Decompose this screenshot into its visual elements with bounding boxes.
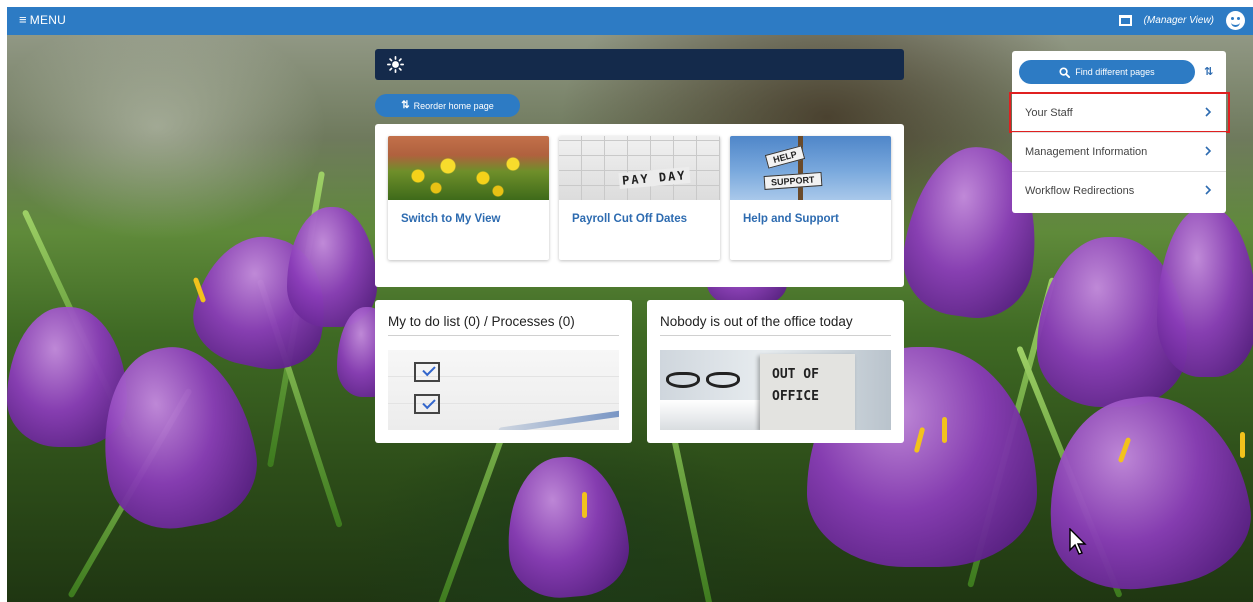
todo-widget[interactable]: My to do list (0) / Processes (0) — [375, 300, 632, 443]
out-of-office-line-1: OUT OF — [772, 367, 819, 382]
glasses-lens — [706, 372, 740, 388]
nav-item-management-information[interactable]: Management Information — [1012, 132, 1226, 170]
crocus-stamen — [1240, 432, 1245, 458]
pay-day-text: PAY DAY — [618, 166, 691, 190]
hamburger-icon: ≡ — [19, 12, 27, 27]
out-of-office-widget[interactable]: Nobody is out of the office today OUT OF… — [647, 300, 904, 443]
crocus-petal — [1034, 384, 1253, 600]
sun-icon — [387, 56, 404, 73]
sort-icon: ⇅ — [401, 100, 410, 111]
reorder-label: Reorder home page — [413, 100, 494, 111]
tile-label: Switch to My View — [401, 213, 501, 225]
checkmark-icon — [422, 362, 436, 377]
top-bar: ≡ MENU (Manager View) — [7, 7, 1253, 35]
tile-payroll-cut-off-dates[interactable]: PAY DAY Payroll Cut Off Dates — [559, 136, 720, 260]
support-sign: SUPPORT — [763, 172, 822, 190]
weather-strip — [375, 49, 904, 80]
mouse-cursor-icon — [1069, 528, 1087, 555]
nav-item-label: Management Information — [1025, 145, 1148, 158]
find-button-label: Find different pages — [1075, 67, 1155, 77]
crocus-petal — [1157, 207, 1253, 377]
top-bar-right: (Manager View) — [1118, 11, 1245, 30]
find-different-pages-button[interactable]: Find different pages — [1019, 60, 1195, 84]
out-of-office-card: OUT OF OFFICE — [760, 354, 855, 430]
avatar-icon[interactable] — [1226, 11, 1245, 30]
chevron-right-icon — [1205, 146, 1212, 156]
tile-help-and-support[interactable]: HELP SUPPORT Help and Support — [730, 136, 891, 260]
todo-widget-title[interactable]: My to do list (0) / Processes (0) — [388, 314, 619, 336]
sort-icon[interactable]: ⇅ — [1204, 65, 1213, 78]
calendar-image: PAY DAY — [559, 136, 720, 200]
nav-item-label: Your Staff — [1025, 106, 1073, 119]
glasses-drawing — [666, 372, 746, 390]
menu-label: MENU — [29, 13, 66, 27]
menu-button[interactable]: ≡ MENU — [19, 12, 66, 28]
chevron-right-icon — [1205, 185, 1212, 195]
out-of-office-title[interactable]: Nobody is out of the office today — [660, 314, 891, 336]
pen-drawing — [498, 408, 619, 430]
glasses-lens — [666, 372, 700, 388]
nav-item-label: Workflow Redirections — [1025, 184, 1135, 197]
crocus-stamen — [582, 492, 587, 518]
crocus-stamen — [942, 417, 947, 443]
tiles-panel: Switch to My View PAY DAY Payroll Cut Of… — [375, 124, 904, 287]
daffodils-image — [388, 136, 549, 200]
signpost-image: HELP SUPPORT — [730, 136, 891, 200]
out-of-office-line-2: OFFICE — [772, 389, 819, 404]
checkbox-drawing — [414, 394, 440, 414]
window-icon[interactable] — [1118, 15, 1132, 26]
view-mode-label[interactable]: (Manager View) — [1144, 15, 1214, 26]
quick-links-panel: Find different pages ⇅ Your Staff Manage… — [1009, 51, 1230, 213]
checkbox-drawing — [414, 362, 440, 382]
reorder-home-page-button[interactable]: ⇅ Reorder home page — [375, 94, 520, 117]
crocus-petal — [501, 452, 633, 602]
chevron-right-icon — [1205, 107, 1212, 117]
laptop-drawing — [660, 400, 760, 430]
tile-label: Payroll Cut Off Dates — [572, 213, 688, 225]
app-frame: ≡ MENU (Manager View) ⇅ Reorder home pag… — [7, 7, 1253, 602]
nav-item-your-staff[interactable]: Your Staff — [1009, 92, 1230, 133]
out-of-office-image: OUT OF OFFICE — [660, 350, 891, 430]
search-icon — [1059, 66, 1071, 78]
nav-item-workflow-redirections[interactable]: Workflow Redirections — [1012, 171, 1226, 209]
tile-label: Help and Support — [743, 213, 839, 225]
checkmark-icon — [422, 395, 436, 410]
checklist-image — [388, 350, 619, 430]
tile-switch-to-my-view[interactable]: Switch to My View — [388, 136, 549, 260]
